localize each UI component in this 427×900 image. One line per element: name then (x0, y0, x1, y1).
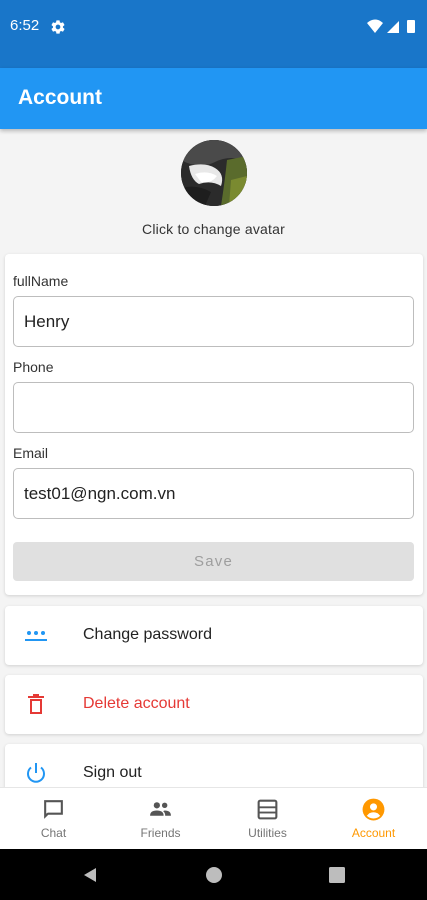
trash-icon (28, 694, 44, 714)
status-time: 6:52 (10, 17, 40, 34)
save-button[interactable]: Save (13, 542, 414, 581)
change-password-label: Change password (83, 626, 212, 643)
fullname-label: fullName (13, 273, 69, 289)
system-navigation-bar (0, 849, 427, 900)
nav-label-chat: Chat (40, 826, 67, 840)
avatar-photo (181, 140, 247, 206)
sign-out-item[interactable]: Sign out (5, 744, 423, 787)
app-bar: Account (0, 68, 427, 129)
profile-form-card: fullName Phone Email Save (5, 254, 423, 595)
nav-item-utilities[interactable]: Utilities (214, 788, 321, 850)
home-icon[interactable] (205, 866, 223, 884)
people-icon (150, 802, 171, 816)
avatar[interactable] (181, 140, 247, 206)
phone-input[interactable] (13, 382, 414, 433)
delete-account-item[interactable]: Delete account (5, 675, 423, 734)
avatar-caption[interactable]: Click to change avatar (0, 221, 427, 237)
email-input[interactable] (13, 468, 414, 519)
wifi-icon (367, 19, 383, 33)
nav-label-account: Account (351, 826, 396, 840)
page-title: Account (18, 86, 102, 109)
power-icon (27, 763, 45, 783)
password-dots-icon (25, 631, 47, 641)
chat-icon (44, 800, 63, 819)
bottom-navigation: Chat Friends Utilities Account (0, 787, 427, 849)
nav-label-utilities: Utilities (248, 826, 287, 840)
nav-item-friends[interactable]: Friends (107, 788, 214, 850)
change-password-item[interactable]: Change password (5, 606, 423, 665)
status-icons (367, 19, 415, 33)
status-bar: 6:52 (0, 0, 427, 68)
sign-out-label: Sign out (83, 764, 142, 781)
battery-icon (407, 20, 415, 33)
nav-item-chat[interactable]: Chat (0, 788, 107, 850)
nav-label-friends: Friends (140, 826, 181, 840)
settings-gear-icon (51, 20, 65, 34)
account-content: Click to change avatar fullName Phone Em… (0, 129, 427, 787)
back-icon[interactable] (81, 866, 99, 884)
recents-icon[interactable] (328, 866, 346, 884)
fullname-input[interactable] (13, 296, 414, 347)
cell-signal-icon (387, 21, 399, 33)
delete-account-label: Delete account (83, 695, 190, 712)
email-label: Email (13, 445, 49, 461)
list-icon (257, 799, 278, 820)
phone-label: Phone (13, 359, 54, 375)
account-circle-icon (362, 798, 385, 821)
nav-item-account[interactable]: Account (320, 788, 427, 850)
